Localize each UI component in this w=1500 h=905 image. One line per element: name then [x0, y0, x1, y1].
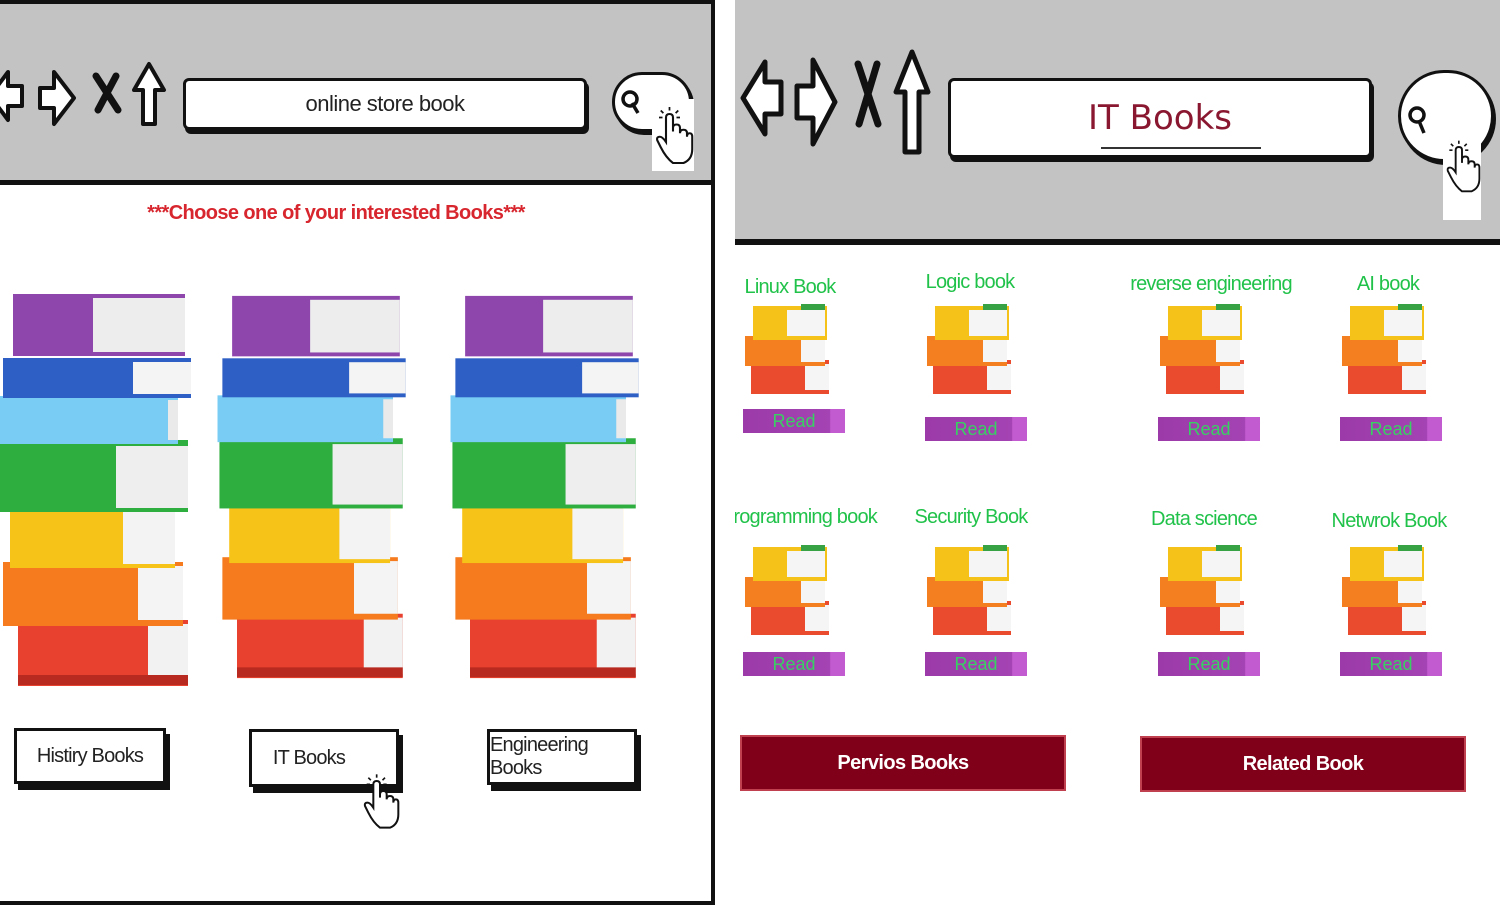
- book-card-data-science: Data science Read: [1114, 508, 1294, 698]
- history-books-label: Histiry Books: [36, 744, 144, 767]
- book-title: Netwrok Book: [1331, 510, 1448, 532]
- book-card-reverse-engineering: reverse engineering Read: [1121, 273, 1301, 463]
- book-title: Data science: [1150, 508, 1258, 530]
- book-card-network: Netwrok Book Read: [1299, 510, 1479, 700]
- choose-books-heading: ***Choose one of your interested Books**…: [147, 202, 525, 224]
- address-bar[interactable]: IT Books: [948, 78, 1372, 158]
- address-underline: [1101, 147, 1261, 149]
- engineering-books-stack-image: [448, 292, 648, 687]
- read-button[interactable]: Read: [1340, 417, 1442, 441]
- it-books-screen: IT Books Linux Book Read Logic book Read…: [735, 0, 1500, 905]
- back-arrow-icon[interactable]: [0, 68, 26, 124]
- book-cover-image: [1340, 302, 1430, 403]
- book-title: programming book: [735, 506, 878, 528]
- search-magnifier-icon: [1407, 103, 1429, 137]
- browser-toolbar: online store book: [0, 0, 711, 185]
- home-up-arrow-icon[interactable]: [893, 48, 931, 158]
- book-title: Security Book: [914, 506, 1029, 528]
- browser-toolbar: IT Books: [735, 0, 1500, 245]
- read-button[interactable]: Read: [1340, 652, 1442, 676]
- book-card-security: Security Book Read: [881, 506, 1061, 696]
- read-button[interactable]: Read: [1158, 652, 1260, 676]
- previous-books-button[interactable]: Pervios Books: [740, 735, 1066, 791]
- home-up-arrow-icon[interactable]: [131, 60, 167, 130]
- book-card-ai: AI book Read: [1298, 273, 1478, 463]
- engineering-books-label: Engineering Books: [490, 734, 589, 779]
- book-cover-image: [743, 543, 833, 644]
- forward-arrow-icon[interactable]: [793, 54, 839, 150]
- history-books-button[interactable]: Histiry Books: [14, 728, 166, 784]
- read-button[interactable]: Read: [743, 652, 845, 676]
- book-cover-image: [925, 543, 1015, 644]
- read-button[interactable]: Read: [1158, 417, 1260, 441]
- close-x-icon[interactable]: [853, 56, 883, 132]
- hand-cursor-icon: [360, 760, 400, 847]
- hand-cursor-icon: [1443, 112, 1481, 225]
- book-cover-image: [925, 302, 1015, 403]
- read-button[interactable]: Read: [925, 417, 1027, 441]
- address-text: IT Books: [1088, 98, 1232, 138]
- book-cover-image: [1158, 302, 1248, 403]
- book-title: Logic book: [925, 271, 1016, 293]
- book-cover-image: [1340, 543, 1430, 644]
- book-title: reverse engineering: [1130, 273, 1292, 295]
- forward-arrow-icon[interactable]: [36, 68, 78, 128]
- store-home-screen: online store book ***Choose one of your …: [0, 0, 715, 905]
- it-books-label: IT Books: [272, 746, 346, 769]
- engineering-books-button[interactable]: Engineering Books: [487, 729, 637, 785]
- close-x-icon[interactable]: [92, 70, 122, 116]
- hand-cursor-icon: [652, 99, 694, 176]
- it-books-stack-image: [215, 292, 415, 687]
- history-books-stack-image: [0, 290, 198, 695]
- book-cover-image: [743, 302, 833, 403]
- read-button[interactable]: Read: [743, 409, 845, 433]
- address-bar[interactable]: online store book: [183, 78, 587, 130]
- search-magnifier-icon: [620, 89, 642, 115]
- related-book-button[interactable]: Related Book: [1140, 736, 1466, 792]
- book-card-linux: Linux Book Read: [735, 276, 880, 466]
- back-arrow-icon[interactable]: [739, 56, 785, 140]
- read-button[interactable]: Read: [925, 652, 1027, 676]
- address-text: online store book: [305, 91, 465, 116]
- book-title: AI book: [1356, 273, 1420, 295]
- book-card-logic: Logic book Read: [880, 271, 1060, 461]
- book-cover-image: [1158, 543, 1248, 644]
- book-title: Linux Book: [744, 276, 837, 298]
- book-card-programming: programming book Read: [735, 506, 890, 696]
